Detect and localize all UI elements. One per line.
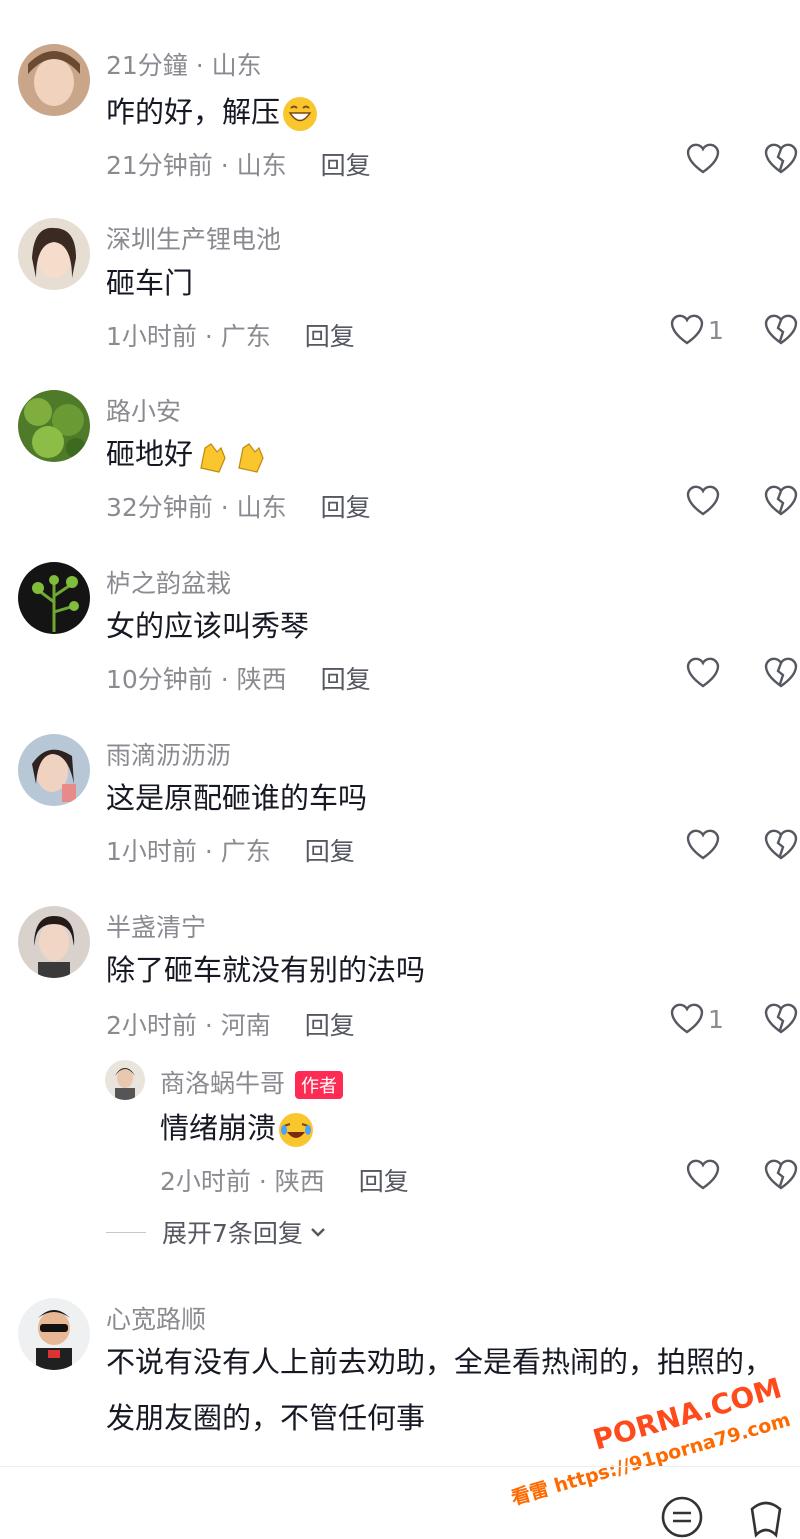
heart-icon bbox=[686, 485, 720, 516]
comment-meta: 21分钟前 · 山东 回复 bbox=[106, 146, 371, 182]
heart-icon bbox=[670, 314, 704, 345]
timestamp: 2小时前 · 陕西 bbox=[160, 1167, 325, 1196]
username[interactable]: 商洛蜗牛哥 作者 bbox=[160, 1064, 344, 1100]
avatar[interactable] bbox=[18, 1298, 90, 1370]
username[interactable]: 半盏清宁 bbox=[106, 908, 206, 944]
comment-meta: 2小时前 · 陕西 回复 bbox=[160, 1162, 409, 1198]
clap-emoji-icon bbox=[238, 443, 264, 473]
comment-text: 情绪崩溃 bbox=[160, 1108, 314, 1148]
like-button[interactable] bbox=[686, 1158, 720, 1192]
author-badge: 作者 bbox=[295, 1071, 344, 1099]
reply-button[interactable]: 回复 bbox=[321, 665, 371, 694]
dislike-heart-icon[interactable] bbox=[764, 313, 798, 347]
like-count: 1 bbox=[708, 315, 724, 345]
dislike-heart-icon[interactable] bbox=[764, 142, 798, 176]
divider bbox=[106, 1231, 146, 1233]
timestamp: 1小时前 · 广东 bbox=[106, 837, 271, 866]
heart-icon bbox=[670, 1003, 704, 1034]
like-button[interactable]: 1 bbox=[670, 313, 724, 347]
username[interactable]: 雨滴沥沥沥 bbox=[106, 736, 231, 772]
comment-text: 咋的好，解压 bbox=[106, 92, 318, 132]
avatar[interactable] bbox=[18, 44, 90, 116]
like-button[interactable] bbox=[686, 828, 724, 862]
reply-button[interactable]: 回复 bbox=[305, 1011, 355, 1040]
comment-meta: 1小时前 · 广东 回复 bbox=[106, 832, 355, 868]
comment-text: 除了砸车就没有别的法吗 bbox=[106, 953, 426, 987]
heart-icon bbox=[686, 143, 720, 174]
avatar[interactable] bbox=[18, 562, 90, 634]
crying-laugh-emoji-icon bbox=[279, 1113, 314, 1147]
reply-button[interactable]: 回复 bbox=[359, 1167, 409, 1196]
like-button[interactable] bbox=[686, 484, 724, 518]
dislike-heart-icon[interactable] bbox=[764, 1002, 798, 1036]
timestamp: 32分钟前 · 山东 bbox=[106, 493, 287, 522]
reply-button[interactable]: 回复 bbox=[321, 493, 371, 522]
at-icon[interactable] bbox=[744, 1495, 788, 1539]
comment-text: 女的应该叫秀琴 bbox=[106, 609, 310, 643]
timestamp: 21分钟前 · 山东 bbox=[106, 151, 287, 180]
like-button[interactable]: 1 bbox=[670, 1002, 724, 1036]
dislike-heart-icon[interactable] bbox=[764, 828, 798, 862]
username[interactable]: 栌之韵盆栽 bbox=[106, 564, 231, 600]
like-count: 1 bbox=[708, 1004, 724, 1034]
comment-meta: 32分钟前 · 山东 回复 bbox=[106, 488, 371, 524]
heart-icon bbox=[686, 657, 720, 688]
username[interactable]: 深圳生产锂电池 bbox=[106, 220, 281, 256]
comment-text: 砸车门 bbox=[106, 266, 194, 300]
username[interactable]: 心宽路顺 bbox=[106, 1300, 206, 1336]
timestamp: 10分钟前 · 陕西 bbox=[106, 665, 287, 694]
avatar[interactable] bbox=[18, 218, 90, 290]
avatar[interactable] bbox=[18, 906, 90, 978]
heart-icon bbox=[686, 1159, 720, 1190]
comment-text: 砸地好 bbox=[106, 434, 269, 474]
timestamp: 1小时前 · 广东 bbox=[106, 322, 271, 351]
like-button[interactable] bbox=[686, 142, 724, 176]
avatar[interactable] bbox=[18, 734, 90, 806]
reply-button[interactable]: 回复 bbox=[321, 151, 371, 180]
username[interactable]: 路小安 bbox=[106, 392, 181, 428]
timestamp: 2小时前 · 河南 bbox=[106, 1011, 271, 1040]
username[interactable]: 21分鐘 · 山东 bbox=[106, 46, 262, 82]
reply-button[interactable]: 回复 bbox=[305, 837, 355, 866]
dislike-heart-icon[interactable] bbox=[764, 656, 798, 690]
comment-text: 这是原配砸谁的车吗 bbox=[106, 781, 368, 815]
avatar[interactable] bbox=[18, 390, 90, 462]
dislike-heart-icon[interactable] bbox=[764, 484, 798, 518]
heart-icon bbox=[686, 829, 720, 860]
comment-meta: 2小时前 · 河南 回复 bbox=[106, 1006, 355, 1042]
dislike-heart-icon[interactable] bbox=[764, 1158, 798, 1192]
like-button[interactable] bbox=[686, 656, 724, 690]
expand-replies-button[interactable]: 展开7条回复 bbox=[106, 1214, 329, 1250]
grin-emoji-icon bbox=[283, 97, 318, 131]
emoji-icon[interactable] bbox=[660, 1495, 704, 1539]
bottom-input-bar bbox=[0, 1466, 800, 1538]
avatar[interactable] bbox=[105, 1060, 145, 1100]
clap-emoji-icon bbox=[200, 443, 226, 473]
comment-meta: 10分钟前 · 陕西 回复 bbox=[106, 660, 371, 696]
reply-button[interactable]: 回复 bbox=[305, 322, 355, 351]
chevron-down-icon bbox=[311, 1228, 325, 1237]
comment-meta: 1小时前 · 广东 回复 bbox=[106, 317, 355, 353]
expand-label: 展开7条回复 bbox=[162, 1219, 303, 1248]
